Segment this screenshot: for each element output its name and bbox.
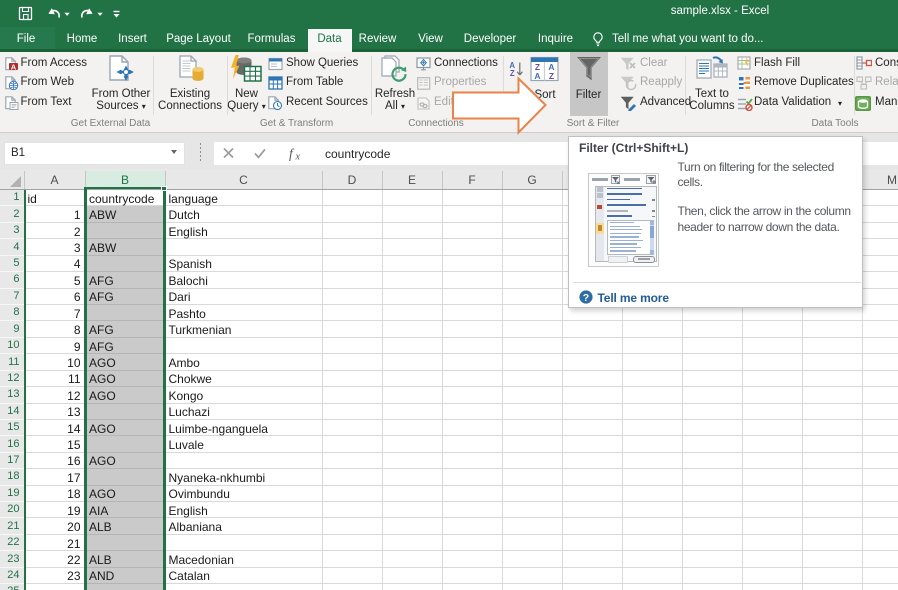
svg-text:x: x xyxy=(295,152,301,162)
svg-text:A: A xyxy=(11,62,17,71)
svg-text:f: f xyxy=(289,146,295,161)
svg-text:?: ? xyxy=(582,292,588,304)
